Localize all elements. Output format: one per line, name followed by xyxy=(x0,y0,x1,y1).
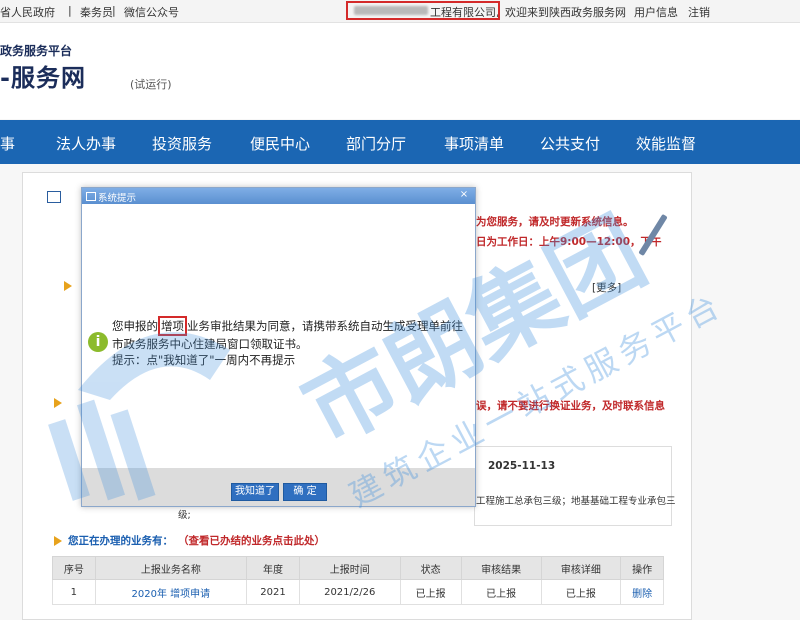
business-table: 序号 上报业务名称 年度 上报时间 状态 审核结果 审核详细 操作 1 2020… xyxy=(52,556,664,605)
ok-button[interactable]: 确 定 xyxy=(283,483,327,501)
main-nav: 事 法人办事 投资服务 便民中心 部门分厅 事项清单 公共支付 效能监督 xyxy=(0,120,800,164)
dialog-footer: 我知道了 确 定 xyxy=(82,468,475,506)
platform-name: 政务服务平台 xyxy=(0,44,73,58)
col-index: 序号 xyxy=(52,556,96,580)
qualification-box xyxy=(474,446,672,526)
know-button[interactable]: 我知道了 xyxy=(231,483,279,501)
nav-item-personal[interactable]: 事 xyxy=(0,133,15,154)
col-time: 上报时间 xyxy=(298,556,401,580)
user-info-link[interactable]: 用户信息 xyxy=(634,4,678,20)
site-logo[interactable]: -服务网 xyxy=(0,58,86,93)
service-staff-link[interactable]: 秦务员 xyxy=(80,4,113,20)
company-highlight-box xyxy=(346,1,500,20)
col-year: 年度 xyxy=(246,556,300,580)
nav-item-investment[interactable]: 投资服务 xyxy=(152,133,212,154)
highlight-term: 增项 xyxy=(158,316,187,336)
delete-link[interactable]: 删除 xyxy=(620,579,664,605)
wechat-link[interactable]: 微信公众号 xyxy=(124,4,179,20)
dialog-window-icon xyxy=(86,192,96,201)
col-name: 上报业务名称 xyxy=(94,556,248,580)
dialog-message: 您申报的 增项 业务审批结果为同意，请携带系统自动生成受理单前往市政务服务中心住建局… xyxy=(112,316,472,368)
close-icon[interactable]: × xyxy=(457,189,471,201)
window-icon xyxy=(47,191,61,203)
issue-date: 2025-11-13 xyxy=(488,460,556,472)
cell-detail: 已上报 xyxy=(540,579,622,605)
more-link[interactable]: [更多] xyxy=(592,280,621,295)
divider: | xyxy=(112,4,116,17)
pending-label: 您正在办理的业务有： xyxy=(68,535,173,547)
arrow-icon xyxy=(54,536,62,546)
dialog-titlebar[interactable]: 系统提示 × xyxy=(82,188,475,204)
col-detail: 审核详细 xyxy=(540,556,622,580)
completed-link[interactable]: （查看已办结的业务点击此处） xyxy=(178,533,325,548)
notice-line-2: 日为工作日：上午9:00—12:00，下午 xyxy=(476,236,662,248)
info-icon: i xyxy=(88,332,108,352)
welcome-text: 欢迎来到陕西政务服务网 xyxy=(505,6,626,19)
dialog-title: 系统提示 xyxy=(98,193,137,204)
logout-link[interactable]: 注销 xyxy=(688,4,710,20)
col-status: 状态 xyxy=(399,556,462,580)
qualification-text: 工程施工总承包三级；地基基础工程专业承包三 xyxy=(476,496,676,507)
nav-item-payment[interactable]: 公共支付 xyxy=(540,133,600,154)
gov-link[interactable]: 省人民政府 xyxy=(0,4,55,20)
col-result: 审核结果 xyxy=(460,556,542,580)
qualification-tail: 级; xyxy=(178,510,191,521)
notice-line-1: 为您服务，请及时更新系统信息。 xyxy=(476,216,634,228)
warning-text: 误，请不要进行换证业务，及时联系信息 xyxy=(476,398,665,413)
nav-item-supervision[interactable]: 效能监督 xyxy=(636,133,696,154)
nav-item-item-list[interactable]: 事项清单 xyxy=(444,133,504,154)
table-row: 1 2020年 增项申请 2021 2021/2/26 已上报 已上报 已上报 … xyxy=(52,579,664,605)
cell-index: 1 xyxy=(52,579,96,605)
nav-item-corporate[interactable]: 法人办事 xyxy=(56,133,116,154)
arrow-icon xyxy=(54,398,62,408)
cell-time: 2021/2/26 xyxy=(298,579,401,605)
divider: | xyxy=(68,4,72,17)
message-prefix: 您申报的 xyxy=(112,319,158,333)
cell-result: 已上报 xyxy=(460,579,542,605)
nav-item-convenience[interactable]: 便民中心 xyxy=(250,133,310,154)
arrow-icon xyxy=(64,281,72,291)
cell-year: 2021 xyxy=(246,579,300,605)
cell-status: 已上报 xyxy=(399,579,462,605)
nav-item-departments[interactable]: 部门分厅 xyxy=(346,133,406,154)
cell-name-link[interactable]: 2020年 增项申请 xyxy=(94,579,248,605)
warning-red: 误，请不要进行换证业务，及时联系信息 xyxy=(476,400,665,412)
trial-label: (试运行) xyxy=(130,78,172,91)
col-action: 操作 xyxy=(620,556,664,580)
dialog-tip: 提示：点"我知道了"一周内不再提示 xyxy=(112,353,296,367)
site-header xyxy=(0,23,800,119)
